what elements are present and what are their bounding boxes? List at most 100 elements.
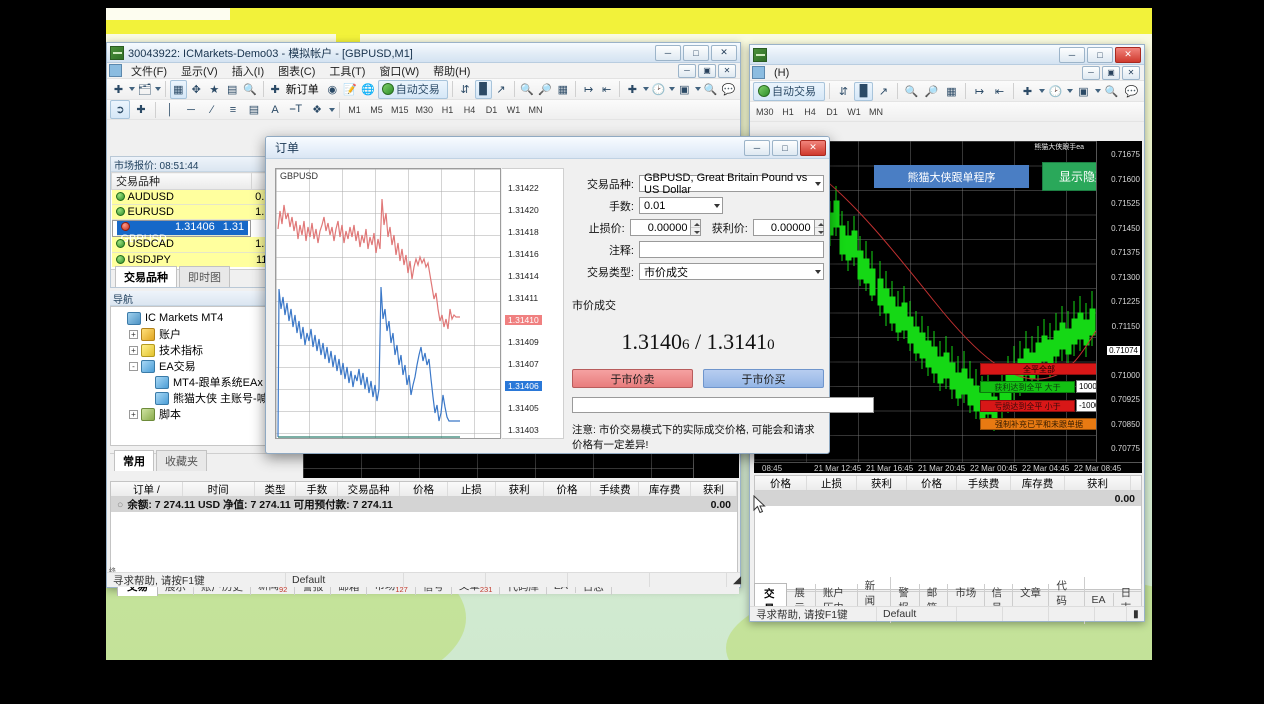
terminal-column[interactable]: 获利 [691, 482, 737, 496]
timeframe-button-m5[interactable]: M5 [366, 101, 387, 118]
terminal-column[interactable]: 价格 [544, 482, 592, 496]
channel-icon[interactable]: ≡ [223, 100, 243, 119]
main-mdi-controls[interactable]: ─ ▣ ✕ [678, 63, 736, 78]
order-form[interactable]: 交易品种: GBPUSD, Great Britain Pound vs US … [576, 172, 825, 285]
zoom-in-icon[interactable]: 🔍 [902, 82, 921, 101]
second-terminal-column[interactable]: 库存费 [1011, 476, 1065, 490]
period-icon[interactable]: 🕑 [1046, 82, 1065, 101]
minimize-button[interactable]: ─ [1059, 46, 1085, 63]
terminal-column[interactable]: 手数 [296, 482, 339, 496]
auto-trading-toggle-icon[interactable]: 自动交易 [377, 79, 448, 99]
main-terminal-columns[interactable]: 订单 / 时间 类型 手数 交易品种 价格 止损 获利 价格 手续费 库存费 获利 [111, 482, 737, 497]
main-status-resize-grip[interactable]: ◢ [726, 573, 741, 587]
shift-chart-icon[interactable]: ↦ [970, 82, 989, 101]
order-dialog-controls[interactable]: ─ □ ✕ [744, 139, 826, 156]
second-timeframe-button-mn[interactable]: MN [866, 103, 887, 120]
order-restore-button[interactable]: □ [772, 139, 798, 156]
main-drawing-toolbar[interactable]: ➲ ✚ │ ─ ∕ ≡ ▤ A ⎯T ❖ M1 M5 M15 M30 H1 H4 D1 W1 M… [107, 100, 740, 120]
order-dialog[interactable]: 订单 ─ □ ✕ GBPUSD 1.31422 1.31420 1.31418 1.3… [265, 136, 874, 514]
timeframe-button-w1[interactable]: W1 [503, 101, 524, 118]
data-window-icon[interactable]: 🔍 [242, 80, 259, 99]
order-close-button[interactable]: ✕ [800, 139, 826, 156]
zoom-in-icon-main[interactable]: 🔍 [518, 80, 535, 99]
mdi-restore-button-main[interactable]: ▣ [698, 63, 716, 78]
new-order-icon[interactable]: ✚ [268, 80, 283, 99]
main-restore-button[interactable]: □ [683, 44, 709, 61]
auto-trading-icon[interactable]: 自动交易 [753, 81, 825, 101]
timeframe-button-m15[interactable]: M15 [388, 101, 412, 118]
market-watch-column-0[interactable]: 交易品种 [111, 172, 252, 190]
templates-chevron-icon[interactable] [694, 87, 701, 91]
takeprofit-input[interactable]: 0.00000 [752, 219, 815, 236]
terminal-column[interactable]: 订单 / [111, 482, 183, 496]
order-dialog-titlebar[interactable]: 订单 ─ □ ✕ [266, 137, 829, 159]
mdi-restore-button[interactable]: ▣ [1102, 65, 1120, 80]
second-terminal-column[interactable]: 手续费 [957, 476, 1011, 490]
new-chart-chevron-icon[interactable] [128, 87, 135, 91]
label-icon[interactable]: ⎯T [286, 100, 306, 119]
second-window-timeframes[interactable]: M30 H1 H4 D1 W1 MN [750, 102, 1144, 122]
templates-icon-main[interactable]: ▣ [676, 80, 693, 99]
stoploss-input[interactable]: 0.00000 [629, 219, 692, 236]
zoom-out-icon[interactable]: 🔎 [922, 82, 941, 101]
chevron-down-icon-2[interactable] [1066, 89, 1073, 93]
cursor-icon[interactable]: ➲ [110, 100, 130, 119]
second-terminal-balance-row[interactable]: 0.00 [755, 491, 1141, 506]
tree-expander-icon[interactable]: + [129, 345, 138, 355]
periods-chevron-icon[interactable] [668, 87, 675, 91]
periods-icon-main[interactable]: 🕑 [650, 80, 667, 99]
second-terminal-tab[interactable]: EA [1085, 593, 1114, 607]
menu-item-0[interactable]: 文件(F) [124, 62, 174, 80]
terminal-column[interactable]: 获利 [496, 482, 544, 496]
add-indicator-icon[interactable]: ✚ [1018, 82, 1037, 101]
main-window-controls[interactable]: ─ □ ✕ [655, 44, 737, 61]
second-terminal-column[interactable]: 获利 [1065, 476, 1131, 490]
terminal-column[interactable]: 交易品种 [338, 482, 401, 496]
indicators-chevron-icon[interactable] [642, 87, 649, 91]
mdi-minimize-button-main[interactable]: ─ [678, 63, 696, 78]
timeframe-button-mn[interactable]: MN [525, 101, 546, 118]
second-timeframe-button-w1[interactable]: W1 [844, 103, 865, 120]
line-chart-icon[interactable]: ↗ [874, 82, 893, 101]
second-window-toolbar[interactable]: 自动交易 ⇵ █ ↗ 🔍 🔎 ▦ ↦ ⇤ ✚ 🕑 ▣ 🔍 💬 [750, 81, 1144, 102]
second-menu-item[interactable]: (H) [767, 66, 796, 80]
takeprofit-spinner[interactable] [814, 219, 825, 236]
open-profile-icon[interactable]: 🗂 [136, 80, 153, 99]
timeframe-button-m1[interactable]: M1 [344, 101, 365, 118]
symbol-select[interactable]: GBPUSD, Great Britain Pound vs US Dollar [639, 172, 824, 196]
second-timeframe-button-d1[interactable]: D1 [822, 103, 843, 120]
menu-item-4[interactable]: 工具(T) [322, 62, 372, 80]
market-watch-tab[interactable]: 即时图 [179, 266, 230, 287]
second-terminal-column[interactable]: 获利 [857, 476, 907, 490]
order-type-select[interactable]: 市价成交 [639, 263, 824, 280]
new-order-label[interactable]: 新订单 [284, 81, 323, 97]
main-status-profile[interactable]: Default [285, 573, 403, 587]
second-terminal-columns[interactable]: 价格 止损 获利 价格 手续费 库存费 获利 [755, 476, 1141, 491]
main-timeframe-group[interactable]: M1 M5 M15 M30 H1 H4 D1 W1 MN [344, 101, 546, 118]
text-icon[interactable]: A [265, 100, 285, 119]
second-timeframe-button-h1[interactable]: H1 [778, 103, 799, 120]
autoscroll-icon-main[interactable]: ⇤ [598, 80, 615, 99]
main-toolbar[interactable]: ✚ 🗂 ▦ ✥ ★ ▤ 🔍 ✚ 新订单 ◉ 📝 🌐 自动交易 ⇵ █ ↗ 🔍 🔎… [107, 79, 740, 100]
profile-chevron-icon[interactable] [154, 87, 161, 91]
market-watch-tab[interactable]: 交易品种 [115, 266, 177, 287]
menu-item-1[interactable]: 显示(V) [174, 62, 225, 80]
timeframe-button-h4[interactable]: H4 [459, 101, 480, 118]
favorites-icon[interactable]: ★ [206, 80, 223, 99]
candlestick-chart-icon[interactable]: █ [853, 81, 873, 101]
main-terminal-balance-row[interactable]: ○ 余额: 7 274.11 USD 净值: 7 274.11 可用预付款: 7… [111, 497, 737, 512]
tile-icon-main[interactable]: ▦ [554, 80, 571, 99]
stoploss-spinner[interactable] [691, 219, 701, 236]
chevron-down-icon[interactable] [1038, 89, 1045, 93]
ea-loss-close-button[interactable]: 亏损达到全平 小于 [980, 400, 1075, 412]
metaeditor-icon[interactable]: 📝 [342, 80, 359, 99]
balance-expander-icon[interactable]: ○ [117, 499, 123, 511]
shapes-chevron-icon[interactable] [329, 107, 335, 112]
second-window-menubar[interactable]: (H) ─ ▣ ✕ [750, 65, 1144, 81]
mdi-close-button-main[interactable]: ✕ [718, 63, 736, 78]
indicators-icon-main[interactable]: ✚ [624, 80, 641, 99]
help-chat-icon-main[interactable]: 💬 [720, 80, 737, 99]
chat-icon[interactable]: 💬 [1122, 82, 1141, 101]
restore-button[interactable]: □ [1087, 46, 1113, 63]
order-minimize-button[interactable]: ─ [744, 139, 770, 156]
